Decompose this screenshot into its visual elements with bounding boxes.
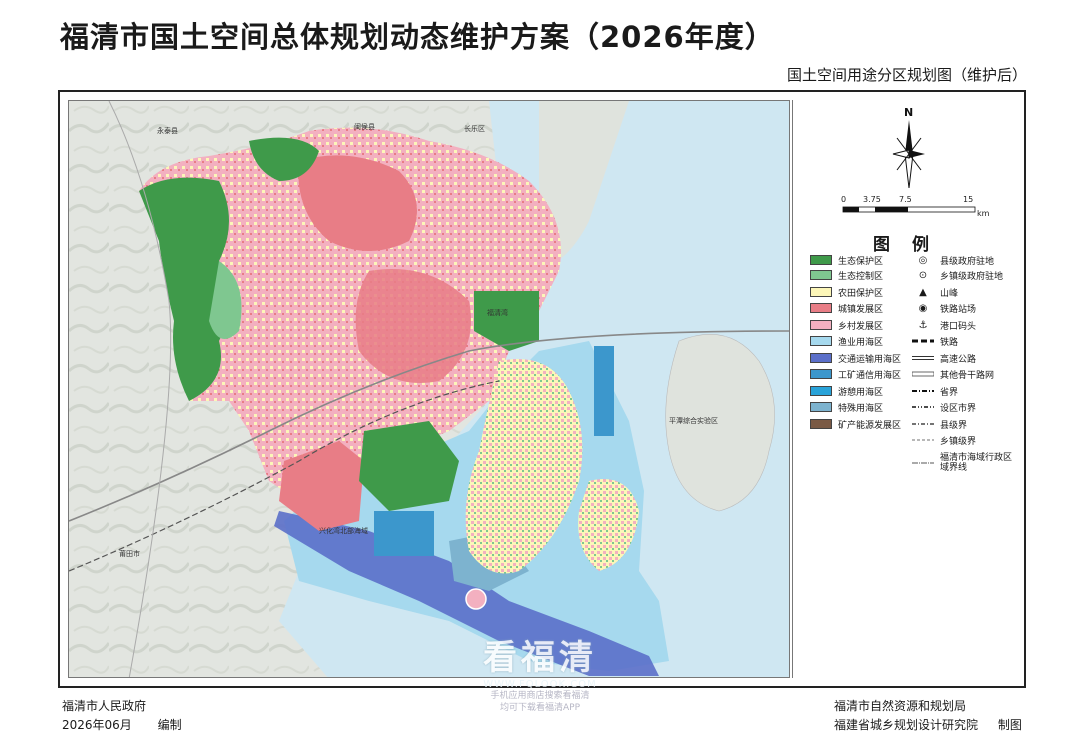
legend-zone-eco-control: 生态控制区: [810, 269, 883, 282]
legend-symbol-county-boundary: 县级界: [912, 418, 967, 431]
legend-zone-fishery: 渔业用海区: [810, 335, 883, 348]
city-boundary-icon: [912, 402, 934, 412]
footer-mapmaker: 福清市自然资源和规划局 福建省城乡规划设计研究院 制图: [834, 697, 1022, 733]
double-circle-icon: ◎: [918, 254, 928, 266]
road-line-icon: [912, 369, 934, 379]
north-arrow-icon: N: [892, 106, 925, 189]
industrial-sea-zone: [374, 511, 434, 556]
station-icon: ◉: [918, 302, 928, 314]
scale-tick-1: 3.75: [863, 195, 881, 204]
legend-symbol-province-boundary: 省界: [912, 385, 958, 398]
map-subtitle: 国土空间用途分区规划图（维护后）: [786, 66, 1027, 84]
mapmaker-org-1: 福清市自然资源和规划局: [834, 699, 967, 713]
scale-tick-3: 15: [963, 195, 973, 204]
dot-circle-icon: ⊙: [918, 269, 928, 281]
compile-action: 编制: [157, 718, 182, 732]
legend-zone-mineral: 矿产能源发展区: [810, 418, 901, 431]
scale-bar: 0 3.75 7.5 15 km: [841, 195, 990, 218]
legend-zone-eco-protection: 生态保护区: [810, 254, 883, 267]
watermark: 看福清 WWW.FQLOOK.COM 手机应用商店搜索看福清 均可下载看福清AP…: [440, 630, 640, 714]
page-title: 福清市国土空间总体规划动态维护方案（2026年度）: [60, 20, 775, 54]
township-boundary-icon: [912, 435, 934, 445]
watermark-brand: 看福清: [483, 638, 597, 678]
watermark-url: WWW.FQLOOK.COM: [483, 679, 597, 690]
legend-symbol-railway: 铁路: [912, 335, 958, 348]
legend-symbol-expressway: 高速公路: [912, 352, 976, 365]
legend-symbol-peak: ▲ 山峰: [912, 286, 958, 299]
watermark-line-1: 手机应用商店搜索看福清: [490, 691, 590, 701]
label-fuqing-bay: 福清湾: [487, 308, 508, 317]
label-yongtai: 永泰县: [157, 126, 178, 135]
label-changle: 长乐区: [464, 124, 485, 133]
legend-zone-transport-sea: 交通运输用海区: [810, 352, 901, 365]
legend-zone-special-sea: 特殊用海区: [810, 401, 883, 414]
small-island: [465, 588, 487, 610]
legend-symbol-road: 其他骨干路网: [912, 368, 994, 381]
triangle-icon: ▲: [919, 286, 927, 298]
mapmaker-org-2: 福建省城乡规划设计研究院: [834, 718, 979, 732]
legend-symbol-station: ◉ 铁路站场: [912, 302, 976, 315]
legend-symbol-county-seat: ◎ 县级政府驻地: [912, 254, 994, 267]
compiler-org: 福清市人民政府: [62, 699, 147, 713]
compile-date: 2026年06月: [62, 718, 132, 732]
watermark-line-2: 均可下载看福清APP: [499, 703, 580, 713]
legend-zone-farmland: 农田保护区: [810, 286, 883, 299]
anchor-icon: ⚓: [918, 319, 928, 331]
north-label: N: [904, 106, 913, 119]
railway-line-icon: [912, 336, 934, 346]
province-boundary-icon: [912, 386, 934, 396]
legend-zone-urban: 城镇发展区: [810, 302, 883, 315]
legend-zone-leisure-sea: 游憩用海区: [810, 385, 883, 398]
label-pingtan: 平潭综合实验区: [669, 416, 718, 425]
label-minhou: 闽侯县: [354, 122, 375, 131]
industrial-sea-zone-2: [594, 346, 614, 436]
legend-zone-rural: 乡村发展区: [810, 319, 883, 332]
label-putian: 莆田市: [119, 549, 140, 558]
legend-title: 图例: [873, 235, 951, 255]
mapmaker-action: 制图: [997, 718, 1022, 732]
legend-symbol-township-boundary: 乡镇级界: [912, 434, 976, 447]
legend-zone-industrial-sea: 工矿通信用海区: [810, 368, 901, 381]
sea-boundary-icon: [912, 458, 934, 468]
scale-tick-0: 0: [841, 195, 846, 204]
legend-symbol-sea-boundary: 福清市海域行政区域界线: [912, 452, 1020, 474]
footer-compiler: 福清市人民政府 2026年06月 编制: [62, 697, 182, 733]
zoning-map[interactable]: 永泰县 闽侯县 长乐区 莆田市 福清湾 平潭综合实验区 兴化湾北部海域: [68, 100, 790, 678]
scale-unit: km: [977, 209, 990, 218]
legend-symbol-port: ⚓ 港口码头: [912, 319, 977, 332]
legend-symbol-township-seat: ⊙ 乡镇级政府驻地: [912, 269, 1003, 282]
county-boundary-icon: [912, 419, 934, 429]
expressway-line-icon: [912, 353, 934, 363]
scale-tick-2: 7.5: [899, 195, 912, 204]
legend-symbol-city-boundary: 设区市界: [912, 401, 976, 414]
label-xinghua-bay: 兴化湾北部海域: [319, 526, 368, 535]
